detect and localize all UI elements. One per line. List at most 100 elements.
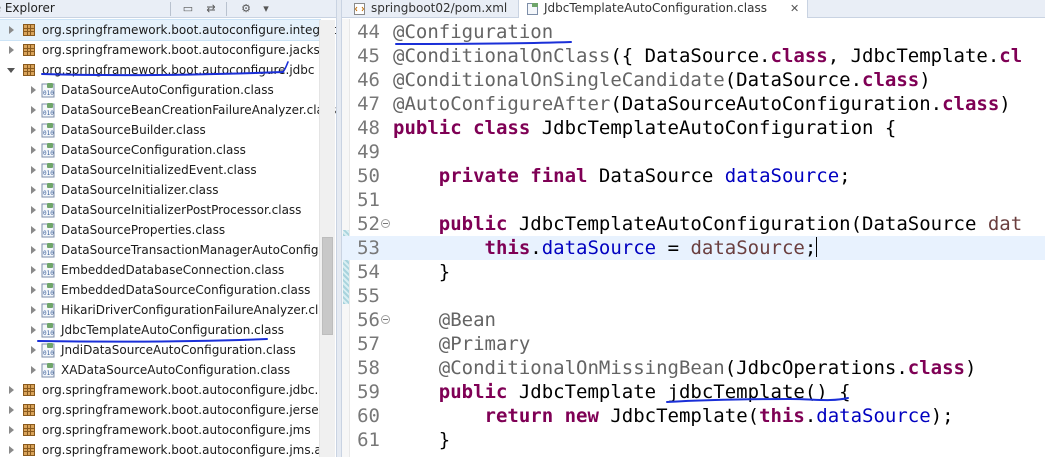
tree-node-label: DataSourceInitializedEvent.class (61, 163, 257, 177)
tree-node-label: DataSourceBeanCreationFailureAnalyzer.cl… (61, 103, 336, 117)
class-file-node[interactable]: 010 XADataSourceAutoConfiguration.class (0, 360, 320, 380)
collapsed-arrow-icon[interactable] (31, 246, 36, 254)
collapsed-arrow-icon[interactable] (31, 186, 36, 194)
code-line[interactable]: 60 return new JdbcTemplate(this.dataSour… (342, 404, 1045, 428)
code-line[interactable]: 51 (342, 188, 1045, 212)
class-file-icon: 010 (41, 103, 56, 118)
collapsed-arrow-icon[interactable] (9, 386, 14, 394)
line-number: 60 (357, 405, 380, 427)
collapsed-arrow-icon[interactable] (9, 426, 14, 434)
code-line[interactable]: 48 public class JdbcTemplateAutoConfigura… (342, 116, 1045, 140)
editor-tab[interactable]: springboot02/pom.xml (346, 0, 516, 18)
class-file-node[interactable]: 010 DataSourceProperties.class (0, 220, 320, 240)
package-node[interactable]: org.springframework.boot.autoconfigure.i… (0, 19, 336, 41)
collapsed-arrow-icon[interactable] (31, 166, 36, 174)
class-file-node[interactable]: 010 DataSourceTransactionManagerAutoConfi… (0, 240, 326, 260)
class-file-icon (527, 3, 539, 15)
editor-tab[interactable]: JdbcTemplateAutoConfiguration.class ✕ (518, 0, 808, 18)
collapsed-arrow-icon[interactable] (9, 446, 14, 454)
package-node[interactable]: org.springframework.boot.autoconfigure.j… (0, 380, 330, 400)
toolbar-separator (170, 2, 171, 16)
code-token: JdbcTemplate( (610, 405, 760, 427)
collapsed-arrow-icon[interactable] (31, 306, 36, 314)
code-line[interactable]: 47 @AutoConfigureAfter(DataSourceAutoConf… (342, 92, 1045, 116)
collapsed-arrow-icon[interactable] (31, 346, 36, 354)
class-file-node[interactable]: 010 DataSourceInitializedEvent.class (0, 160, 320, 180)
collapsed-arrow-icon[interactable] (31, 126, 36, 134)
collapsed-arrow-icon[interactable] (9, 46, 14, 54)
class-file-node[interactable]: 010 JdbcTemplateAutoConfiguration.class (0, 320, 320, 340)
line-number: 57 (357, 333, 380, 355)
collapsed-arrow-icon[interactable] (9, 406, 14, 414)
fold-toggle-icon[interactable] (381, 219, 390, 228)
collapse-all-icon[interactable]: ▭ (180, 2, 196, 16)
collapsed-arrow-icon[interactable] (31, 106, 36, 114)
class-file-node[interactable]: 010 DataSourceBuilder.class (0, 120, 320, 140)
class-file-node[interactable]: 010 HikariDriverConfigurationFailureAnaly… (0, 300, 332, 320)
collapsed-arrow-icon[interactable] (31, 226, 36, 234)
collapsed-arrow-icon[interactable] (31, 86, 36, 94)
line-number: 50 (357, 165, 380, 187)
close-tab-icon[interactable]: ✕ (790, 0, 799, 17)
code-line[interactable]: 59 public JdbcTemplate jdbcTemplate() { (342, 380, 1045, 404)
code-line[interactable]: 50 private final DataSource dataSource; (342, 164, 1045, 188)
code-line[interactable]: 46 @ConditionalOnSingleCandidate(DataSour… (342, 68, 1045, 92)
package-node[interactable]: org.springframework.boot.autoconfigure.j… (0, 60, 320, 80)
code-area[interactable]: 44 @Configuration 45 @ConditionalOnClass({ … (342, 20, 1045, 452)
code-line[interactable]: 52 public JdbcTemplateAutoConfiguration(… (342, 212, 1045, 236)
class-file-node[interactable]: 010 EmbeddedDataSourceConfiguration.class (0, 280, 320, 300)
package-node[interactable]: org.springframework.boot.autoconfigure.j… (0, 400, 326, 420)
line-number: 47 (357, 93, 380, 115)
class-file-node[interactable]: 010 DataSourceInitializer.class (0, 180, 320, 200)
collapsed-arrow-icon[interactable] (31, 326, 36, 334)
collapsed-arrow-icon[interactable] (31, 206, 36, 214)
package-node[interactable]: org.springframework.boot.autoconfigure.j… (0, 440, 328, 457)
code-token: ; (804, 237, 817, 259)
editor-tab-label: springboot02/pom.xml (371, 1, 508, 15)
code-line[interactable]: 44 @Configuration (342, 20, 1045, 44)
tree-node-label: DataSourceBuilder.class (61, 123, 206, 137)
class-file-icon: 010 (41, 223, 56, 238)
tree-node-label: org.springframework.boot.autoconfigure.j… (42, 383, 330, 397)
code-line[interactable]: 61 } (342, 428, 1045, 452)
package-node[interactable]: org.springframework.boot.autoconfigure.j… (0, 420, 320, 440)
tree-node-label: org.springframework.boot.autoconfigure.j… (42, 63, 315, 77)
code-token: class (907, 357, 965, 379)
svg-text:010: 010 (43, 250, 54, 257)
code-line[interactable]: 56 @Bean (342, 308, 1045, 332)
class-file-node[interactable]: 010 JndiDataSourceAutoConfiguration.class (0, 340, 320, 360)
code-line[interactable]: 53 this.dataSource = dataSource; (342, 236, 1045, 260)
explorer-title[interactable]: ge Explorer (0, 1, 55, 15)
collapsed-arrow-icon[interactable] (9, 26, 14, 34)
svg-text:010: 010 (43, 130, 54, 137)
link-with-editor-icon[interactable]: ⇄ (203, 2, 219, 16)
class-file-node[interactable]: 010 DataSourceConfiguration.class (0, 140, 320, 160)
minimize-icon[interactable]: ▾ (258, 2, 274, 16)
class-file-node[interactable]: 010 EmbeddedDatabaseConnection.class (0, 260, 320, 280)
code-line[interactable]: 54 } (342, 260, 1045, 284)
collapsed-arrow-icon[interactable] (31, 286, 36, 294)
code-line[interactable]: 55 (342, 284, 1045, 308)
code-token: @Primary (438, 333, 531, 355)
code-text: @ConditionalOnSingleCandidate(DataSource… (393, 68, 931, 92)
code-line[interactable]: 49 (342, 140, 1045, 164)
class-file-node[interactable]: 010 DataSourceAutoConfiguration.class (0, 80, 320, 100)
code-token: dat (987, 213, 1023, 235)
view-menu-icon[interactable]: ⚙ (238, 2, 254, 16)
class-file-node[interactable]: 010 DataSourceBeanCreationFailureAnalyzer… (0, 100, 336, 120)
line-number: 61 (357, 429, 380, 451)
collapsed-arrow-icon[interactable] (31, 366, 36, 374)
fold-toggle-icon[interactable] (381, 315, 390, 324)
explorer-scrollbar-thumb[interactable] (322, 237, 333, 335)
collapsed-arrow-icon[interactable] (31, 146, 36, 154)
expanded-arrow-icon[interactable] (7, 68, 15, 73)
class-file-icon: 010 (41, 363, 56, 378)
code-text: @ConditionalOnMissingBean(JdbcOperations… (393, 356, 977, 380)
package-node[interactable]: org.springframework.boot.autoconfigure.j… (0, 40, 327, 60)
class-file-node[interactable]: 010 DataSourceInitializerPostProcessor.cl… (0, 200, 320, 220)
code-line[interactable]: 58 @ConditionalOnMissingBean(JdbcOperati… (342, 356, 1045, 380)
code-line[interactable]: 45 @ConditionalOnClass({ DataSource.class… (342, 44, 1045, 68)
package-icon (23, 404, 35, 416)
code-line[interactable]: 57 @Primary (342, 332, 1045, 356)
collapsed-arrow-icon[interactable] (31, 266, 36, 274)
